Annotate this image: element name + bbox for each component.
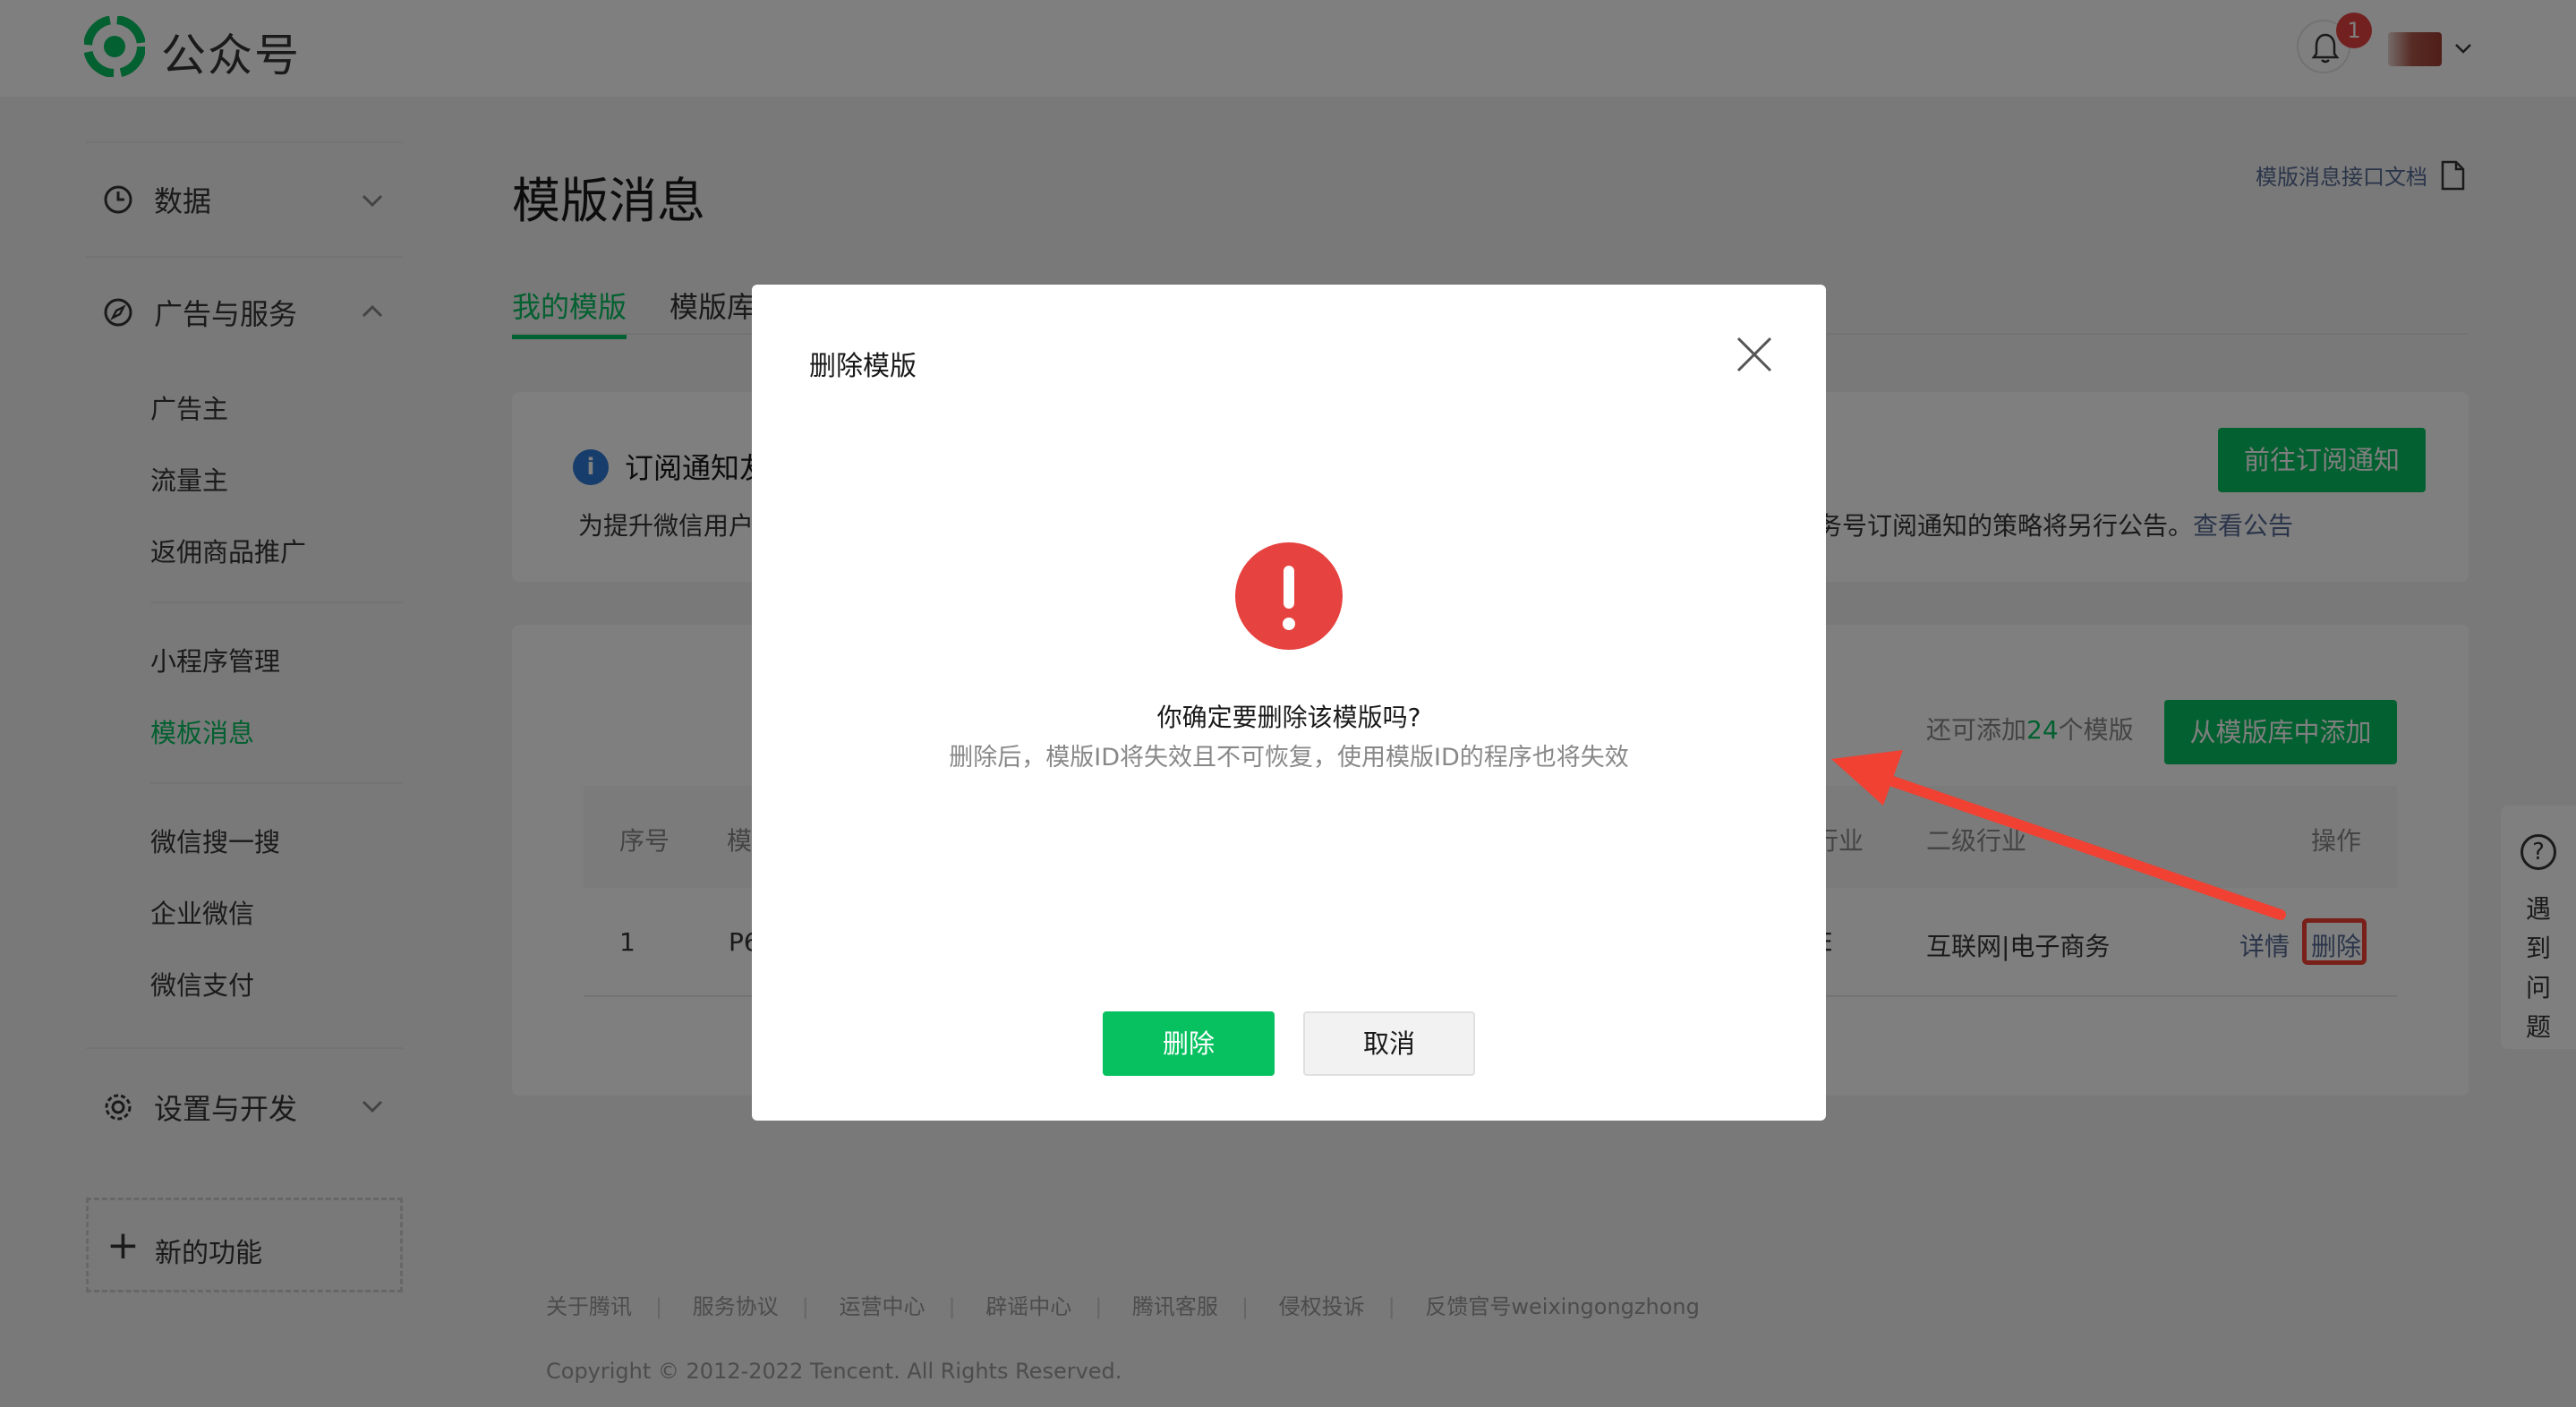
- annotation-arrow-icon: [1831, 750, 2286, 920]
